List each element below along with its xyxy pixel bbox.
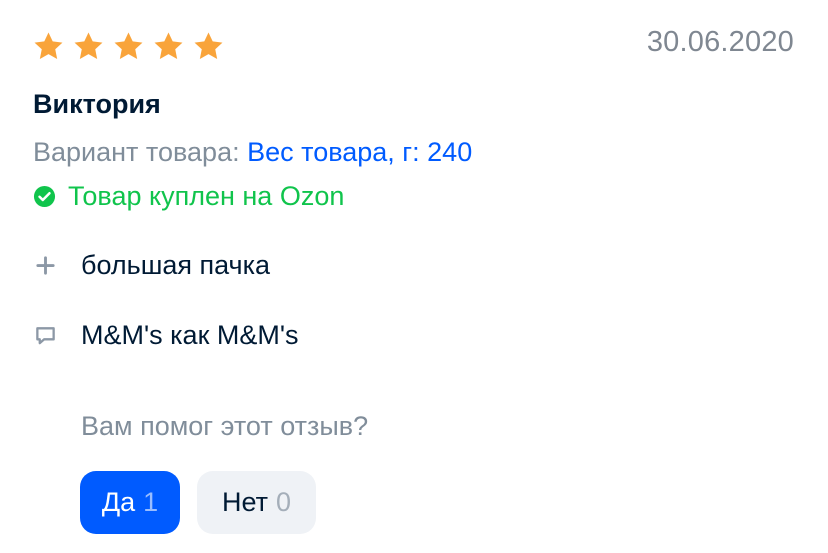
review-date: 30.06.2020 [646, 26, 794, 58]
verified-label: Товар куплен на Ozon [68, 181, 345, 211]
star-icon [72, 30, 105, 63]
yes-label: Да [101, 487, 136, 517]
plus-icon [34, 254, 57, 277]
rating-stars [32, 30, 225, 63]
helpful-no-button[interactable]: Нет 0 [197, 471, 316, 534]
helpful-question: Вам помог этот отзыв? [81, 411, 369, 441]
star-icon [32, 30, 65, 63]
product-variant: Вариант товара: Вес товара, г: 240 [33, 137, 472, 168]
no-label: Нет [221, 487, 268, 517]
no-count: 0 [275, 487, 291, 517]
review-card: 30.06.2020 Виктория Вариант товара: Вес … [0, 0, 828, 553]
check-circle-icon [33, 185, 56, 208]
author-name: Виктория [33, 89, 161, 119]
review-pros: большая пачка [34, 250, 270, 281]
yes-count: 1 [143, 487, 159, 517]
star-icon [192, 30, 225, 63]
comment-icon [34, 324, 57, 347]
variant-value-link[interactable]: Вес товара, г: 240 [247, 137, 472, 167]
pros-text: большая пачка [81, 250, 271, 280]
star-icon [112, 30, 145, 63]
helpful-yes-button[interactable]: Да 1 [80, 471, 180, 534]
comment-text: M&M's как M&M's [81, 320, 299, 350]
variant-label: Вариант товара: [33, 137, 240, 167]
star-icon [152, 30, 185, 63]
verified-purchase: Товар куплен на Ozon [33, 181, 344, 212]
review-comment: M&M's как M&M's [34, 320, 299, 351]
